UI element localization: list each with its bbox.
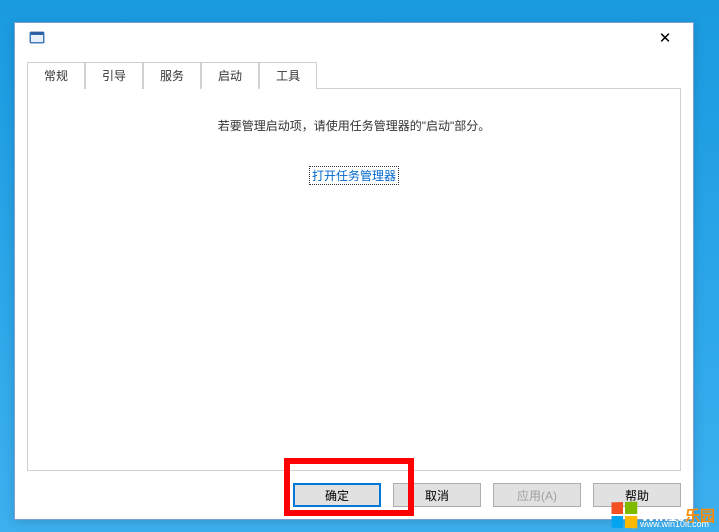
tab-services[interactable]: 服务	[143, 62, 201, 89]
tab-startup[interactable]: 启动	[201, 62, 259, 89]
titlebar: ✕	[15, 23, 693, 53]
app-icon	[29, 30, 45, 46]
close-button[interactable]: ✕	[645, 25, 685, 51]
watermark-url: www.win10it.com	[640, 519, 709, 529]
startup-instruction: 若要管理启动项，请使用任务管理器的"启动"部分。	[48, 117, 660, 134]
tab-general[interactable]: 常规	[27, 62, 85, 89]
watermark: Win10乐园 www.win10it.com	[611, 502, 715, 528]
cancel-button[interactable]: 取消	[393, 483, 481, 507]
dialog-buttons: 确定 取消 应用(A) 帮助	[15, 483, 693, 519]
apply-button: 应用(A)	[493, 483, 581, 507]
windows-logo-icon	[611, 502, 637, 529]
tab-strip: 常规 引导 服务 启动 工具	[27, 61, 681, 88]
tab-content-startup: 若要管理启动项，请使用任务管理器的"启动"部分。 打开任务管理器	[27, 88, 681, 471]
open-task-manager-link[interactable]: 打开任务管理器	[309, 166, 399, 185]
tab-boot[interactable]: 引导	[85, 62, 143, 89]
ok-button[interactable]: 确定	[293, 483, 381, 507]
tab-tools[interactable]: 工具	[259, 62, 317, 89]
msconfig-window: ✕ 常规 引导 服务 启动 工具 若要管理启动项，请使用任务管理器的"启动"部分…	[14, 22, 694, 520]
close-icon: ✕	[659, 29, 672, 47]
